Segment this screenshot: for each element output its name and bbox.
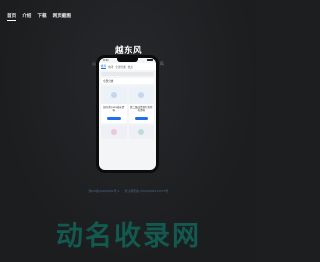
- battery-icon: [147, 59, 153, 62]
- app-card[interactable]: 越东风 Java成长资料: [101, 86, 127, 123]
- footer-link-icp[interactable]: 浙ICP备20200081号-1: [89, 189, 120, 193]
- app-search-bar[interactable]: [101, 72, 154, 76]
- status-time: 9:41: [103, 59, 109, 62]
- nav-item-screenshots[interactable]: 网页截图: [53, 12, 71, 21]
- app-card-button[interactable]: [134, 117, 148, 120]
- app-section-header: 全部分类: [101, 78, 154, 84]
- app-card-button[interactable]: [107, 117, 121, 120]
- watermark-text: 动名收录网: [56, 221, 201, 252]
- phone-status-bar: 9:41: [99, 58, 156, 63]
- document-icon: [110, 92, 117, 98]
- app-card[interactable]: 第二集成资源包含所有资料: [128, 86, 154, 123]
- phone-screen: 9:41 推荐 快讯 全部分类 热点 全部分类 越东风 Java成长资料 第二集…: [99, 58, 156, 170]
- phone-notch: [117, 58, 138, 62]
- app-card-title: 第二集成资源包含所有资料: [129, 105, 153, 112]
- top-nav: 首页 介绍 下载 网页截图: [7, 12, 71, 21]
- app-tab-news[interactable]: 快讯: [108, 65, 113, 69]
- nav-item-download[interactable]: 下载: [37, 12, 46, 21]
- pink-circle-icon: [110, 129, 117, 135]
- nav-item-home[interactable]: 首页: [7, 12, 17, 21]
- app-tab-hot[interactable]: 热点: [128, 65, 133, 69]
- nav-item-intro[interactable]: 介绍: [22, 12, 31, 21]
- app-tab-recommend[interactable]: 推荐: [101, 64, 107, 69]
- app-tab-categories[interactable]: 全部分类: [115, 65, 125, 69]
- app-card[interactable]: [128, 125, 154, 139]
- app-tabs: 推荐 快讯 全部分类 热点: [99, 63, 156, 70]
- footer-links: 浙ICP备20200081号-1 浙公网安备 33010602011575号: [0, 189, 257, 193]
- app-card[interactable]: [101, 125, 127, 139]
- app-card-title: 越东风 Java成长资料: [103, 105, 125, 112]
- phone-mockup: 9:41 推荐 快讯 全部分类 热点 全部分类 越东风 Java成长资料 第二集…: [96, 55, 159, 173]
- app-card-grid: 越东风 Java成长资料 第二集成资源包含所有资料: [101, 86, 154, 139]
- teal-circle-icon: [138, 129, 145, 135]
- compass-icon: [138, 92, 145, 98]
- footer-link-police[interactable]: 浙公网安备 33010602011575号: [124, 189, 168, 193]
